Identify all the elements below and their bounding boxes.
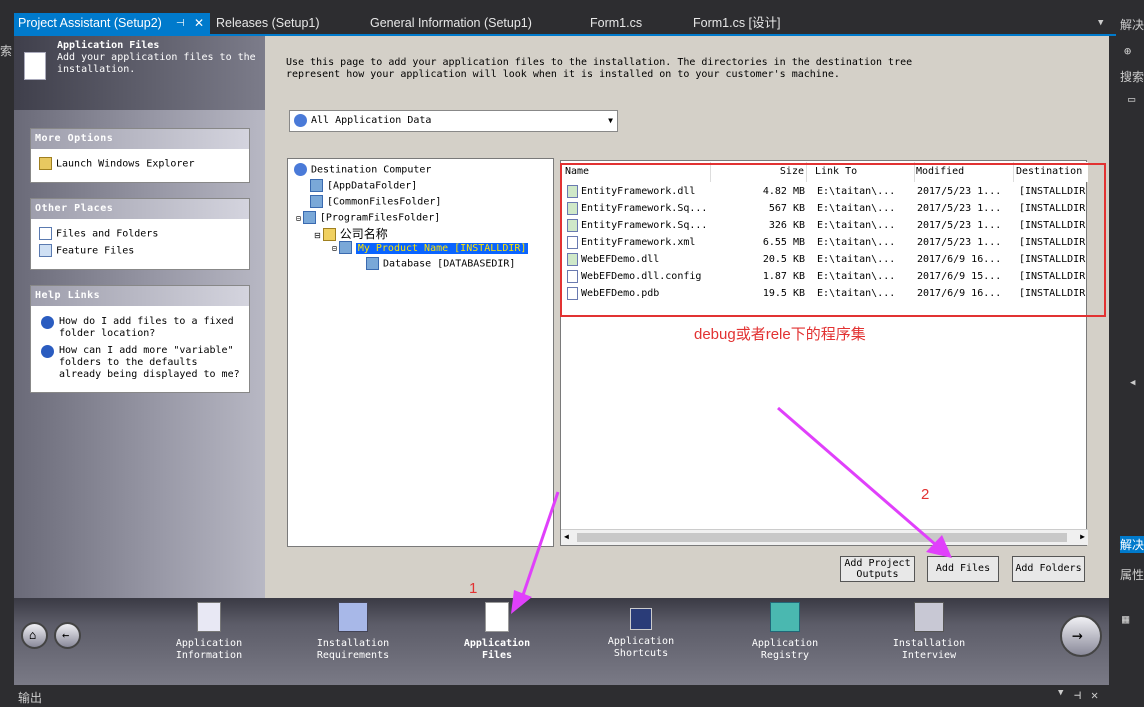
output-panel-bar: 输出 ▼ ⊣ ✕ xyxy=(0,686,1116,707)
output-title: 输出 xyxy=(18,691,43,705)
annotation-arrows xyxy=(511,406,952,614)
close-icon[interactable]: ✕ xyxy=(1091,688,1098,702)
arrow-2 xyxy=(777,406,937,547)
arrow-1 xyxy=(520,491,560,599)
pin-icon[interactable]: ⊣ xyxy=(1074,688,1081,702)
arrowhead-1 xyxy=(511,590,532,614)
dropdown-icon[interactable]: ▼ xyxy=(1058,688,1063,698)
